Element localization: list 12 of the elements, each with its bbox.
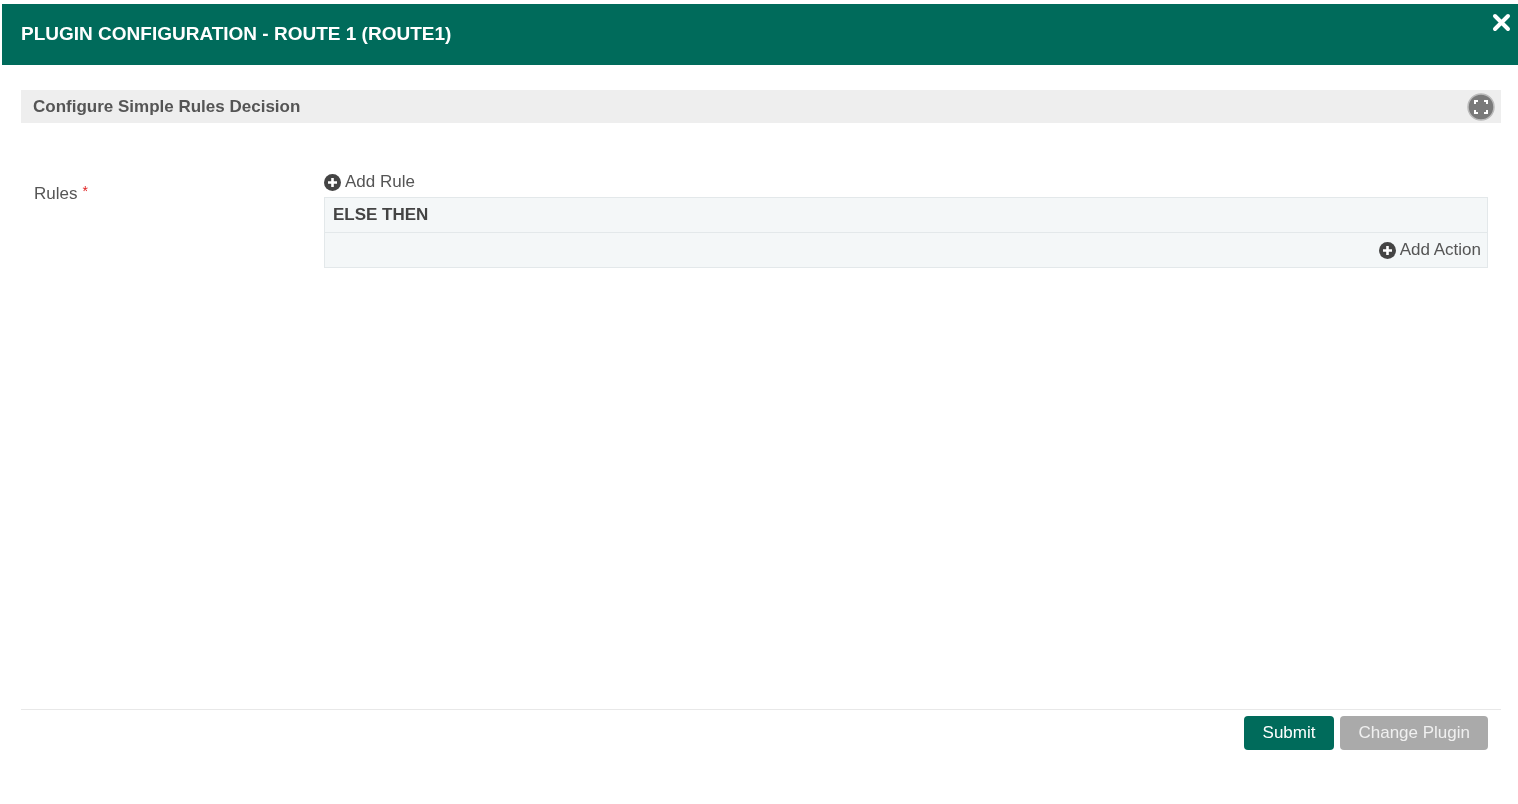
- field-label: Rules: [34, 184, 78, 203]
- else-heading: ELSE THEN: [333, 204, 429, 227]
- add-action-link[interactable]: Add Action: [1378, 237, 1481, 263]
- section-title: Configure Simple Rules Decision: [33, 95, 301, 118]
- required-icon: *: [82, 183, 88, 199]
- dialog-title: PLUGIN CONFIGURATION - ROUTE 1 (ROUTE1): [21, 22, 452, 47]
- plus-circle-icon: [324, 173, 341, 191]
- submit-button[interactable]: Submit: [1243, 716, 1335, 750]
- add-rule-link[interactable]: Add Rule: [324, 171, 415, 193]
- plus-circle-icon: [1378, 241, 1396, 259]
- expand-icon[interactable]: [1467, 92, 1495, 121]
- close-icon[interactable]: [1492, 13, 1511, 32]
